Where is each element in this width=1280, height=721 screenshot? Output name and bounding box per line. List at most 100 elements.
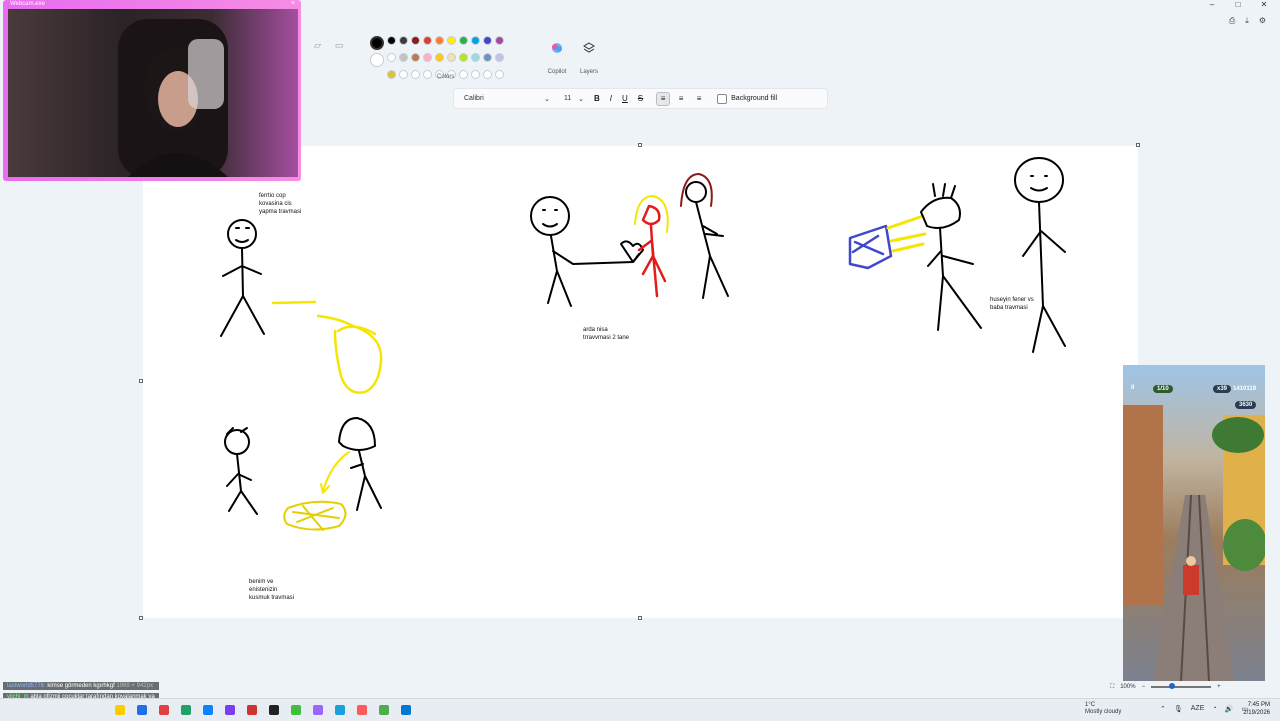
volume-icon[interactable]: 🔊	[1225, 705, 1234, 713]
color-swatch[interactable]	[387, 70, 396, 79]
close-button[interactable]: ✕	[1258, 0, 1270, 9]
taskbar-app-icon[interactable]	[266, 702, 282, 718]
zoom-in-icon[interactable]: +	[1217, 684, 1221, 690]
background-fill-checkbox[interactable]	[717, 93, 728, 104]
color-swatch[interactable]	[495, 53, 504, 62]
color-swatch[interactable]	[411, 36, 420, 45]
taskbar-app-icon[interactable]	[156, 702, 172, 718]
resize-handle[interactable]	[638, 143, 642, 147]
resize-handle[interactable]	[1136, 143, 1140, 147]
taskbar-app-icon[interactable]	[244, 702, 260, 718]
copilot-button[interactable]: Copilot	[542, 42, 572, 75]
microphone-icon[interactable]: 🎙	[1174, 705, 1183, 713]
wifi-icon[interactable]: ◔	[1212, 705, 1216, 713]
multiplier-badge: x39	[1213, 385, 1232, 393]
minimize-button[interactable]: –	[1206, 0, 1218, 9]
taskbar-app-icon[interactable]	[178, 702, 194, 718]
status-bar: ⛶ 100% − +	[1110, 682, 1280, 692]
color-swatch[interactable]	[399, 53, 408, 62]
align-right-button[interactable]: ≡	[693, 93, 705, 105]
resize-handle[interactable]	[139, 616, 143, 620]
color-swatch[interactable]	[483, 36, 492, 45]
taskbar-app-icon[interactable]	[134, 702, 150, 718]
taskbar-app-icon[interactable]	[222, 702, 238, 718]
color-swatch[interactable]	[471, 36, 480, 45]
clock[interactable]: 7:45 PM 2/19/2026	[1243, 702, 1270, 718]
font-select[interactable]: Calibri ⌄	[464, 95, 550, 103]
color-swatch[interactable]	[423, 53, 432, 62]
taskbar-app-icon[interactable]	[354, 702, 370, 718]
score-value: 1410119	[1233, 386, 1257, 392]
canvas-note[interactable]: arda nisa trravvmasi 2 tane	[583, 326, 629, 342]
font-size-select[interactable]: 11 ⌄	[564, 95, 584, 103]
resize-handle[interactable]	[139, 379, 143, 383]
color-swatch[interactable]	[411, 53, 420, 62]
color-swatch[interactable]	[387, 53, 396, 62]
language-indicator[interactable]: AZE	[1191, 705, 1205, 713]
color-swatch[interactable]	[459, 70, 468, 79]
taskbar-app-icon[interactable]	[200, 702, 216, 718]
zoom-slider[interactable]	[1151, 683, 1212, 689]
color-swatch[interactable]	[483, 53, 492, 62]
color-swatch[interactable]	[483, 70, 492, 79]
zoom-out-icon[interactable]: −	[1142, 684, 1146, 690]
weather-widget[interactable]: 1°C Mostly cloudy	[1085, 702, 1121, 716]
zoom-level[interactable]: 100%	[1120, 684, 1135, 690]
shape-icon[interactable]: ▱	[314, 40, 321, 51]
taskbar-app-icon[interactable]	[310, 702, 326, 718]
canvas-note[interactable]: ferrtio cop kovasina cis yapma travmasi	[259, 192, 301, 216]
color-swatch[interactable]	[399, 36, 408, 45]
stick-figure	[220, 219, 265, 337]
download-icon[interactable]: ⤓	[1245, 16, 1249, 26]
color-swatch[interactable]	[435, 36, 444, 45]
copilot-label: Copilot	[547, 69, 567, 75]
fill-icon[interactable]: ▭	[335, 40, 344, 51]
settings-icon[interactable]: ⚙	[1259, 16, 1266, 26]
secondary-color-swatch[interactable]	[370, 53, 384, 67]
taskbar-app-icon[interactable]	[376, 702, 392, 718]
chevron-up-icon[interactable]: ⌃	[1160, 705, 1166, 713]
color-swatch[interactable]	[471, 53, 480, 62]
maximize-button[interactable]: □	[1232, 0, 1244, 9]
align-center-button[interactable]: ≡	[675, 93, 687, 105]
color-swatch[interactable]	[447, 53, 456, 62]
resize-handle[interactable]	[638, 616, 642, 620]
underline-button[interactable]: U	[622, 94, 628, 103]
fit-icon[interactable]: ⛶	[1110, 684, 1114, 691]
layers-button[interactable]: Layers	[574, 42, 604, 75]
taskbar-app-icon[interactable]	[398, 702, 414, 718]
webcam-close-icon[interactable]: ×	[291, 0, 295, 7]
color-swatch[interactable]	[471, 70, 480, 79]
canvas-note[interactable]: benim ve enistenizin kusmuk travmasi	[249, 578, 294, 602]
color-swatch[interactable]	[423, 36, 432, 45]
color-swatch[interactable]	[399, 70, 408, 79]
pause-button[interactable]: II	[1131, 385, 1134, 391]
color-swatch[interactable]	[495, 36, 504, 45]
color-swatch[interactable]	[447, 36, 456, 45]
italic-button[interactable]: I	[610, 94, 612, 103]
strikethrough-button[interactable]: S	[638, 94, 643, 103]
color-swatch[interactable]	[387, 36, 396, 45]
canvas-note[interactable]: huseyin fener vs baba travmasi	[990, 296, 1034, 312]
clock-time: 7:45 PM	[1247, 702, 1270, 708]
taskbar-app-icon[interactable]	[332, 702, 348, 718]
align-left-button[interactable]: ≡	[656, 91, 671, 106]
stick-figure	[920, 183, 982, 331]
webcam-title: Webcam.exe	[10, 1, 45, 7]
color-swatch[interactable]	[459, 36, 468, 45]
primary-color-swatch[interactable]	[370, 36, 384, 50]
background-fill-toggle[interactable]: Background fill	[717, 93, 777, 104]
drawing-canvas[interactable]: ferrtio cop kovasina cis yapma travmasi …	[143, 146, 1138, 618]
share-icon[interactable]: ⎙	[1229, 16, 1235, 26]
layers-label: Layers	[579, 69, 598, 75]
app-glyph	[379, 705, 389, 715]
color-swatch[interactable]	[423, 70, 432, 79]
taskbar-app-icon[interactable]	[112, 702, 128, 718]
color-swatch[interactable]	[459, 53, 468, 62]
taskbar-app-icon[interactable]	[288, 702, 304, 718]
stick-figure	[530, 196, 640, 307]
color-swatch[interactable]	[411, 70, 420, 79]
bold-button[interactable]: B	[594, 94, 600, 103]
color-swatch[interactable]	[435, 53, 444, 62]
color-swatch[interactable]	[495, 70, 504, 79]
